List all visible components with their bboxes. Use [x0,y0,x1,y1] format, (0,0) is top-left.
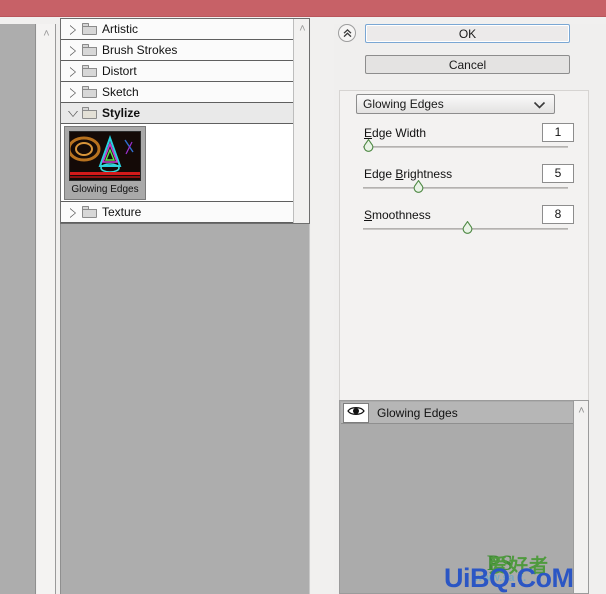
filter-select-value: Glowing Edges [363,97,444,111]
parameter-slider-track[interactable] [363,187,568,189]
chevron-down-icon[interactable] [68,108,79,119]
filter-category-brush-strokes[interactable]: Brush Strokes [61,40,309,61]
filter-options-panel: Glowing Edges Edge Width 1 Edge Brightness… [339,90,589,414]
filter-category-distort[interactable]: Distort [61,61,309,82]
scroll-up-arrow-icon[interactable]: ˄ [41,29,52,40]
collapse-panel-button[interactable] [338,24,356,42]
filter-thumbnail-label: Glowing Edges [71,184,139,195]
parameter-slider-handle[interactable] [363,138,374,153]
parameter-label: Smoothness [364,208,431,222]
filter-category-texture[interactable]: Texture [61,202,309,223]
parameter-label: Edge Width [364,126,427,140]
parameter-edge-brightness: Edge Brightness 5 [363,164,574,193]
filter-category-sketch[interactable]: Sketch [61,82,309,103]
double-chevron-up-icon [342,28,353,39]
parameter-edge-width: Edge Width 1 [363,123,574,152]
layer-row[interactable]: Glowing Edges [341,402,573,424]
filter-category-label: Brush Strokes [102,43,178,57]
chevron-right-icon[interactable] [68,66,79,77]
scroll-up-arrow-icon[interactable]: ˄ [576,405,587,417]
filter-preview-image [69,131,141,181]
parameter-value-input[interactable]: 5 [542,164,574,183]
layer-list-scrollbar[interactable]: ˄ [573,401,588,593]
filter-category-artistic[interactable]: Artistic [61,19,309,40]
chevron-right-icon[interactable] [68,45,79,56]
parameter-slider-track[interactable] [363,146,568,148]
parameter-value-input[interactable]: 1 [542,123,574,142]
folder-open-icon [82,107,97,119]
filter-thumbnail-gallery: Glowing Edges [61,124,309,202]
folder-closed-icon [82,44,97,56]
canvas-vertical-scrollbar[interactable]: ˄ [37,24,56,594]
layer-name-label: Glowing Edges [377,405,458,420]
photoshop-filter-gallery-window: ˄ Artistic Brush Strokes Distort Sketch Styl… [0,0,606,594]
chevron-right-icon[interactable] [68,24,79,35]
folder-closed-icon [82,206,97,218]
filter-thumbnail[interactable]: Glowing Edges [64,126,146,200]
filter-category-label: Distort [102,64,137,78]
filter-category-label: Artistic [102,22,138,36]
document-canvas-strip [0,24,36,594]
filter-category-tree[interactable]: Artistic Brush Strokes Distort Sketch Styliz… [60,18,310,224]
applied-filter-layer-list[interactable]: Glowing Edges ˄ [339,400,589,594]
chevron-right-icon[interactable] [68,207,79,218]
eye-icon [347,405,365,420]
parameter-smoothness: Smoothness 8 [363,205,574,234]
filter-tree-background-area [60,224,310,594]
folder-closed-icon [82,86,97,98]
parameter-value-input[interactable]: 8 [542,205,574,224]
parameter-slider-handle[interactable] [462,220,473,235]
chevron-down-icon[interactable] [533,99,546,113]
filter-category-label: Texture [102,205,142,219]
filter-tree-scrollbar[interactable]: ˄ [293,19,309,223]
cancel-button[interactable]: Cancel [365,55,570,74]
filter-category-label: Sketch [102,85,139,99]
filter-category-stylize[interactable]: Stylize [61,103,309,124]
panel-gutter [311,18,334,594]
layer-visibility-toggle[interactable] [343,402,369,423]
folder-closed-icon [82,23,97,35]
ok-button[interactable]: OK [365,24,570,43]
chevron-right-icon[interactable] [68,87,79,98]
folder-closed-icon [82,65,97,77]
window-titlebar [0,0,606,17]
scroll-up-arrow-icon[interactable]: ˄ [297,23,308,35]
parameter-label: Edge Brightness [364,167,453,181]
parameter-slider-handle[interactable] [413,179,424,194]
filter-category-label: Stylize [102,106,141,120]
filter-select[interactable]: Glowing Edges [356,94,555,114]
